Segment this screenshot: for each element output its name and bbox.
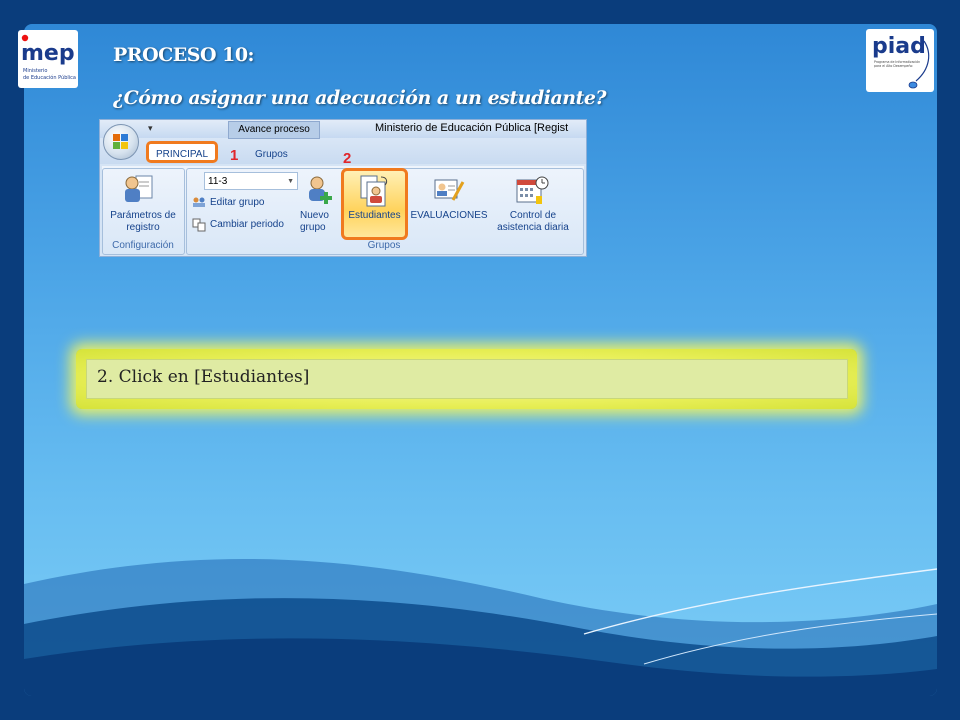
step-marker-1: 1	[230, 147, 239, 164]
window-title: Ministerio de Educación Pública [Regist	[375, 122, 569, 134]
group-label-grupos: Grupos	[367, 240, 401, 251]
quick-access-dropdown-icon[interactable]: ▾	[148, 123, 153, 134]
parametros-button[interactable]: Parámetros de registro	[104, 210, 182, 234]
parametros-icon	[125, 175, 153, 202]
slide-title: PROCESO 10:	[113, 44, 255, 66]
evaluations-icon	[434, 179, 465, 201]
svg-text:mep: mep	[21, 41, 75, 66]
control-asistencia-button[interactable]: Control de asistencia diaria	[490, 210, 576, 234]
group-select[interactable]: 11-3 ▼	[204, 172, 298, 190]
change-period-icon	[192, 218, 206, 232]
context-tab-avance-proceso[interactable]: Avance proceso	[228, 121, 320, 139]
mep-logo: mep Ministerio de Educación Pública	[18, 30, 78, 88]
group-label-configuracion: Configuración	[112, 240, 174, 251]
piad-logo-graphic: piad Programa de Informatización para el…	[872, 34, 930, 89]
attendance-calendar-icon	[516, 176, 549, 204]
ribbon-screenshot: ▾ Avance proceso Ministerio de Educación…	[99, 119, 587, 257]
chevron-down-icon[interactable]: ▼	[287, 173, 294, 191]
group-select-value: 11-3	[208, 176, 228, 187]
instruction-text: 2. Click en [Estudiantes]	[97, 367, 310, 387]
mep-logo-graphic: mep Ministerio de Educación Pública	[21, 34, 76, 81]
editar-grupo-button[interactable]: Editar grupo	[210, 197, 264, 208]
nuevo-grupo-button[interactable]: Nuevo grupo	[300, 210, 344, 234]
office-logo-icon	[113, 134, 128, 149]
step-marker-2: 2	[343, 150, 352, 167]
piad-logo: piad Programa de Informatización para el…	[866, 29, 934, 92]
new-group-icon	[309, 176, 332, 204]
edit-group-icon	[193, 197, 205, 207]
tab-principal[interactable]: PRINCIPAL	[146, 141, 218, 163]
slide-subtitle: ¿Cómo asignar una adecuación a un estudi…	[113, 87, 607, 109]
svg-text:piad: piad	[872, 34, 926, 59]
students-icon	[360, 175, 388, 207]
estudiantes-label: Estudiantes	[348, 210, 401, 221]
svg-text:de Educación Pública: de Educación Pública	[23, 74, 76, 81]
svg-text:Ministerio: Ministerio	[23, 68, 47, 74]
cambiar-periodo-button[interactable]: Cambiar periodo	[210, 219, 284, 230]
office-button[interactable]	[103, 124, 139, 160]
evaluaciones-button[interactable]: EVALUACIONES	[406, 210, 492, 222]
svg-text:para el Alto Desempeño: para el Alto Desempeño	[874, 64, 913, 68]
tab-grupos[interactable]: Grupos	[255, 149, 288, 160]
